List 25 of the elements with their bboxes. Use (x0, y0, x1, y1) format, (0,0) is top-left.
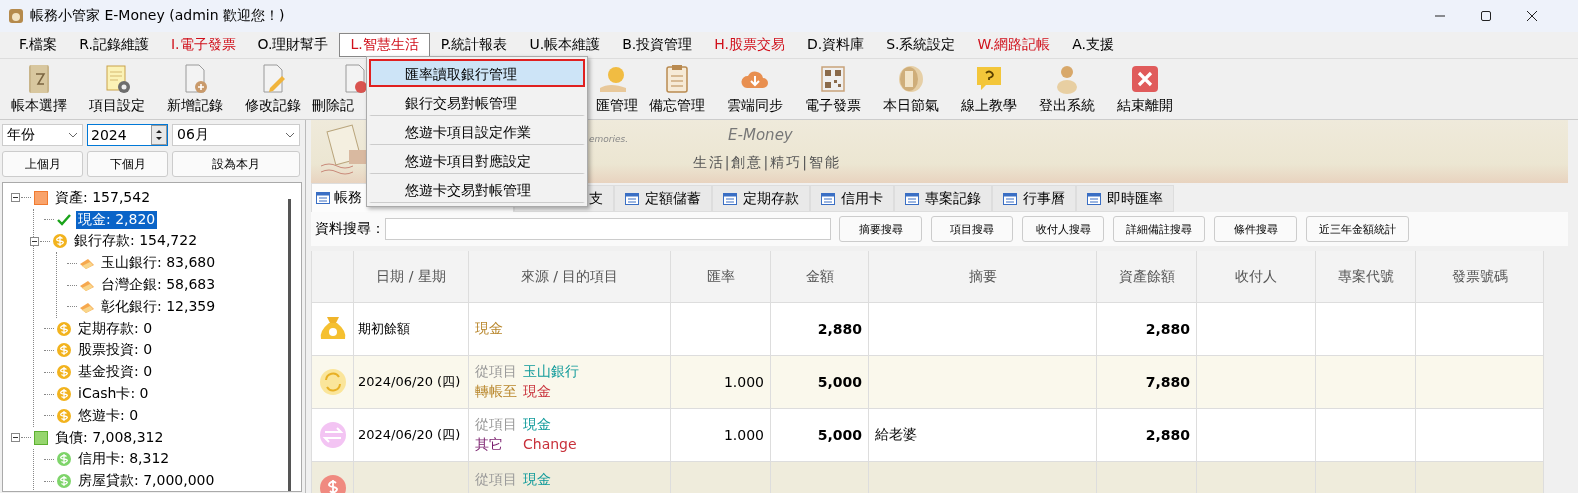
column-header: 專案代號 (1316, 251, 1416, 303)
column-header: 來源 / 目的項目 (469, 251, 671, 303)
window-title: 帳務小管家 E-Money (admin 歡迎您！) (30, 7, 285, 25)
item-name: 從項目 (475, 471, 517, 489)
item-name: 現金 (523, 416, 551, 434)
column-header: 金額 (771, 251, 869, 303)
slogan-text: 生活|創意|精巧|智能 (692, 154, 841, 172)
item-name: 其它 (475, 436, 504, 454)
column-header: 發票號碼 (1416, 251, 1544, 303)
item-name: Change (523, 436, 577, 454)
tagline-text: emories. (589, 134, 629, 144)
column-header: 日期 / 星期 (354, 251, 469, 303)
search-label: 資料搜尋： (315, 220, 385, 238)
brand-text: E-Money (728, 126, 793, 144)
column-header: 匯率 (671, 251, 771, 303)
item-name: 從項目 (475, 416, 517, 434)
column-header: 收付人 (1197, 251, 1316, 303)
item-name: 從項目 (475, 363, 517, 381)
item-name: 轉帳至 (475, 383, 517, 401)
item-name: 玉山銀行 (523, 363, 579, 381)
column-header: 資產餘額 (1097, 251, 1197, 303)
item-name: 現金 (523, 471, 551, 489)
item-name: 現金 (523, 383, 551, 401)
item-name: 現金 (475, 320, 504, 338)
column-header: 摘要 (869, 251, 1097, 303)
